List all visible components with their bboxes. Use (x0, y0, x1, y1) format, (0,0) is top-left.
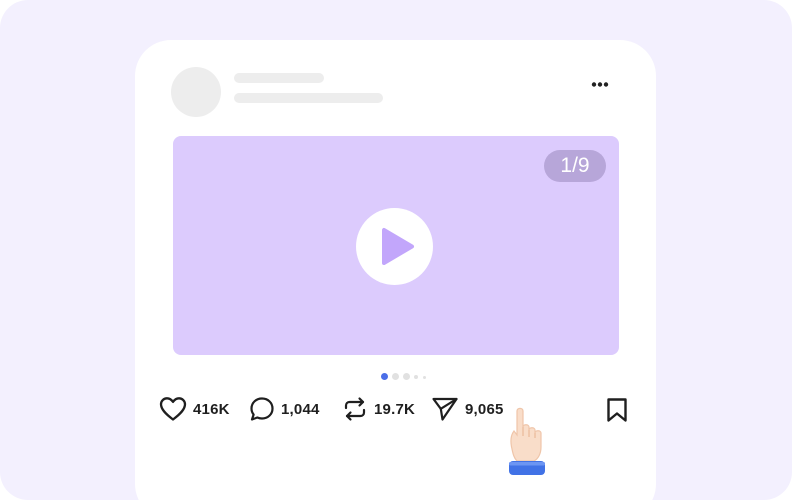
repost-icon (344, 397, 366, 421)
subtitle-placeholder (234, 93, 383, 103)
repost-count: 19.7K (374, 400, 416, 418)
avatar-placeholder[interactable] (171, 67, 221, 117)
play-button[interactable] (356, 208, 433, 285)
carousel-dot[interactable] (414, 375, 418, 379)
comment-button[interactable]: 1,044 (249, 394, 320, 424)
comment-bubble-icon (250, 397, 274, 421)
action-bar: 416K 1,044 19.7K 9,065 (159, 394, 639, 424)
post-card: 1/9 416K 1,044 19.7K 9,065 (135, 40, 656, 500)
background-panel: 1/9 416K 1,044 19.7K 9,065 (0, 0, 792, 500)
share-button[interactable]: 9,065 (431, 394, 504, 424)
like-button[interactable]: 416K (159, 394, 230, 424)
play-icon (382, 228, 414, 265)
send-icon (432, 397, 458, 421)
video-media[interactable]: 1/9 (173, 136, 619, 355)
media-counter-badge: 1/9 (544, 150, 606, 182)
carousel-indicator (381, 373, 441, 381)
pointing-hand-icon (509, 407, 545, 475)
heart-icon (159, 397, 187, 421)
comment-count: 1,044 (281, 400, 320, 418)
carousel-dot[interactable] (423, 375, 426, 379)
more-dots-icon (591, 82, 609, 87)
bookmark-icon (607, 398, 627, 422)
carousel-dot[interactable] (403, 373, 410, 380)
carousel-dot[interactable] (381, 373, 388, 380)
carousel-dot[interactable] (392, 373, 399, 380)
like-count: 416K (193, 400, 230, 418)
save-button[interactable] (605, 397, 629, 423)
pointing-hand-cursor (498, 405, 554, 477)
repost-button[interactable]: 19.7K (342, 394, 415, 424)
username-placeholder (234, 73, 324, 83)
more-options-button[interactable] (586, 76, 614, 92)
